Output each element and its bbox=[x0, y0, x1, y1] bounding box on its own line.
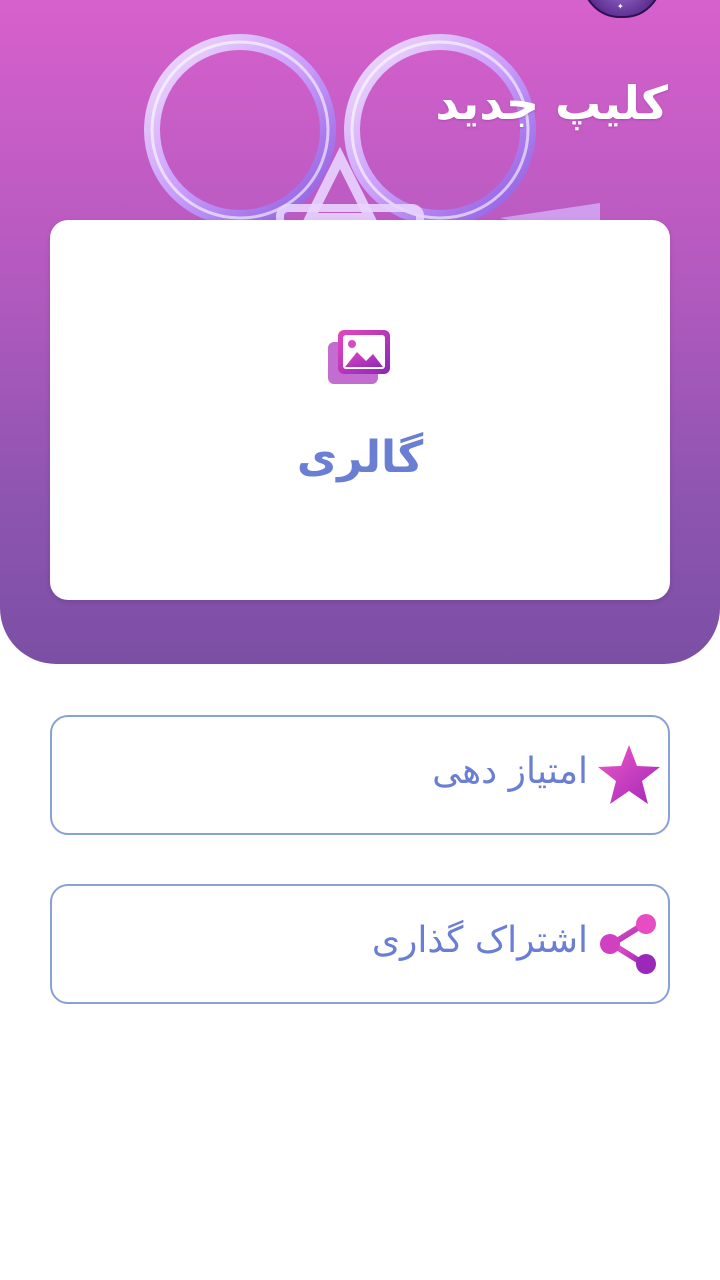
rate-label: امتیاز دهی bbox=[432, 751, 588, 792]
gallery-icon[interactable] bbox=[326, 328, 392, 388]
rate-button[interactable]: امتیاز دهی bbox=[50, 715, 670, 835]
corner-badge: ✦ bbox=[582, 0, 662, 18]
gallery-label: گالری bbox=[296, 432, 424, 483]
star-icon bbox=[598, 745, 660, 804]
share-label: اشتراک گذاری bbox=[371, 920, 588, 961]
page-title: کلیپ جدید bbox=[435, 76, 668, 130]
gallery-card[interactable] bbox=[50, 220, 670, 600]
share-button[interactable]: اشتراک گذاری bbox=[50, 884, 670, 1004]
share-icon bbox=[600, 914, 656, 974]
